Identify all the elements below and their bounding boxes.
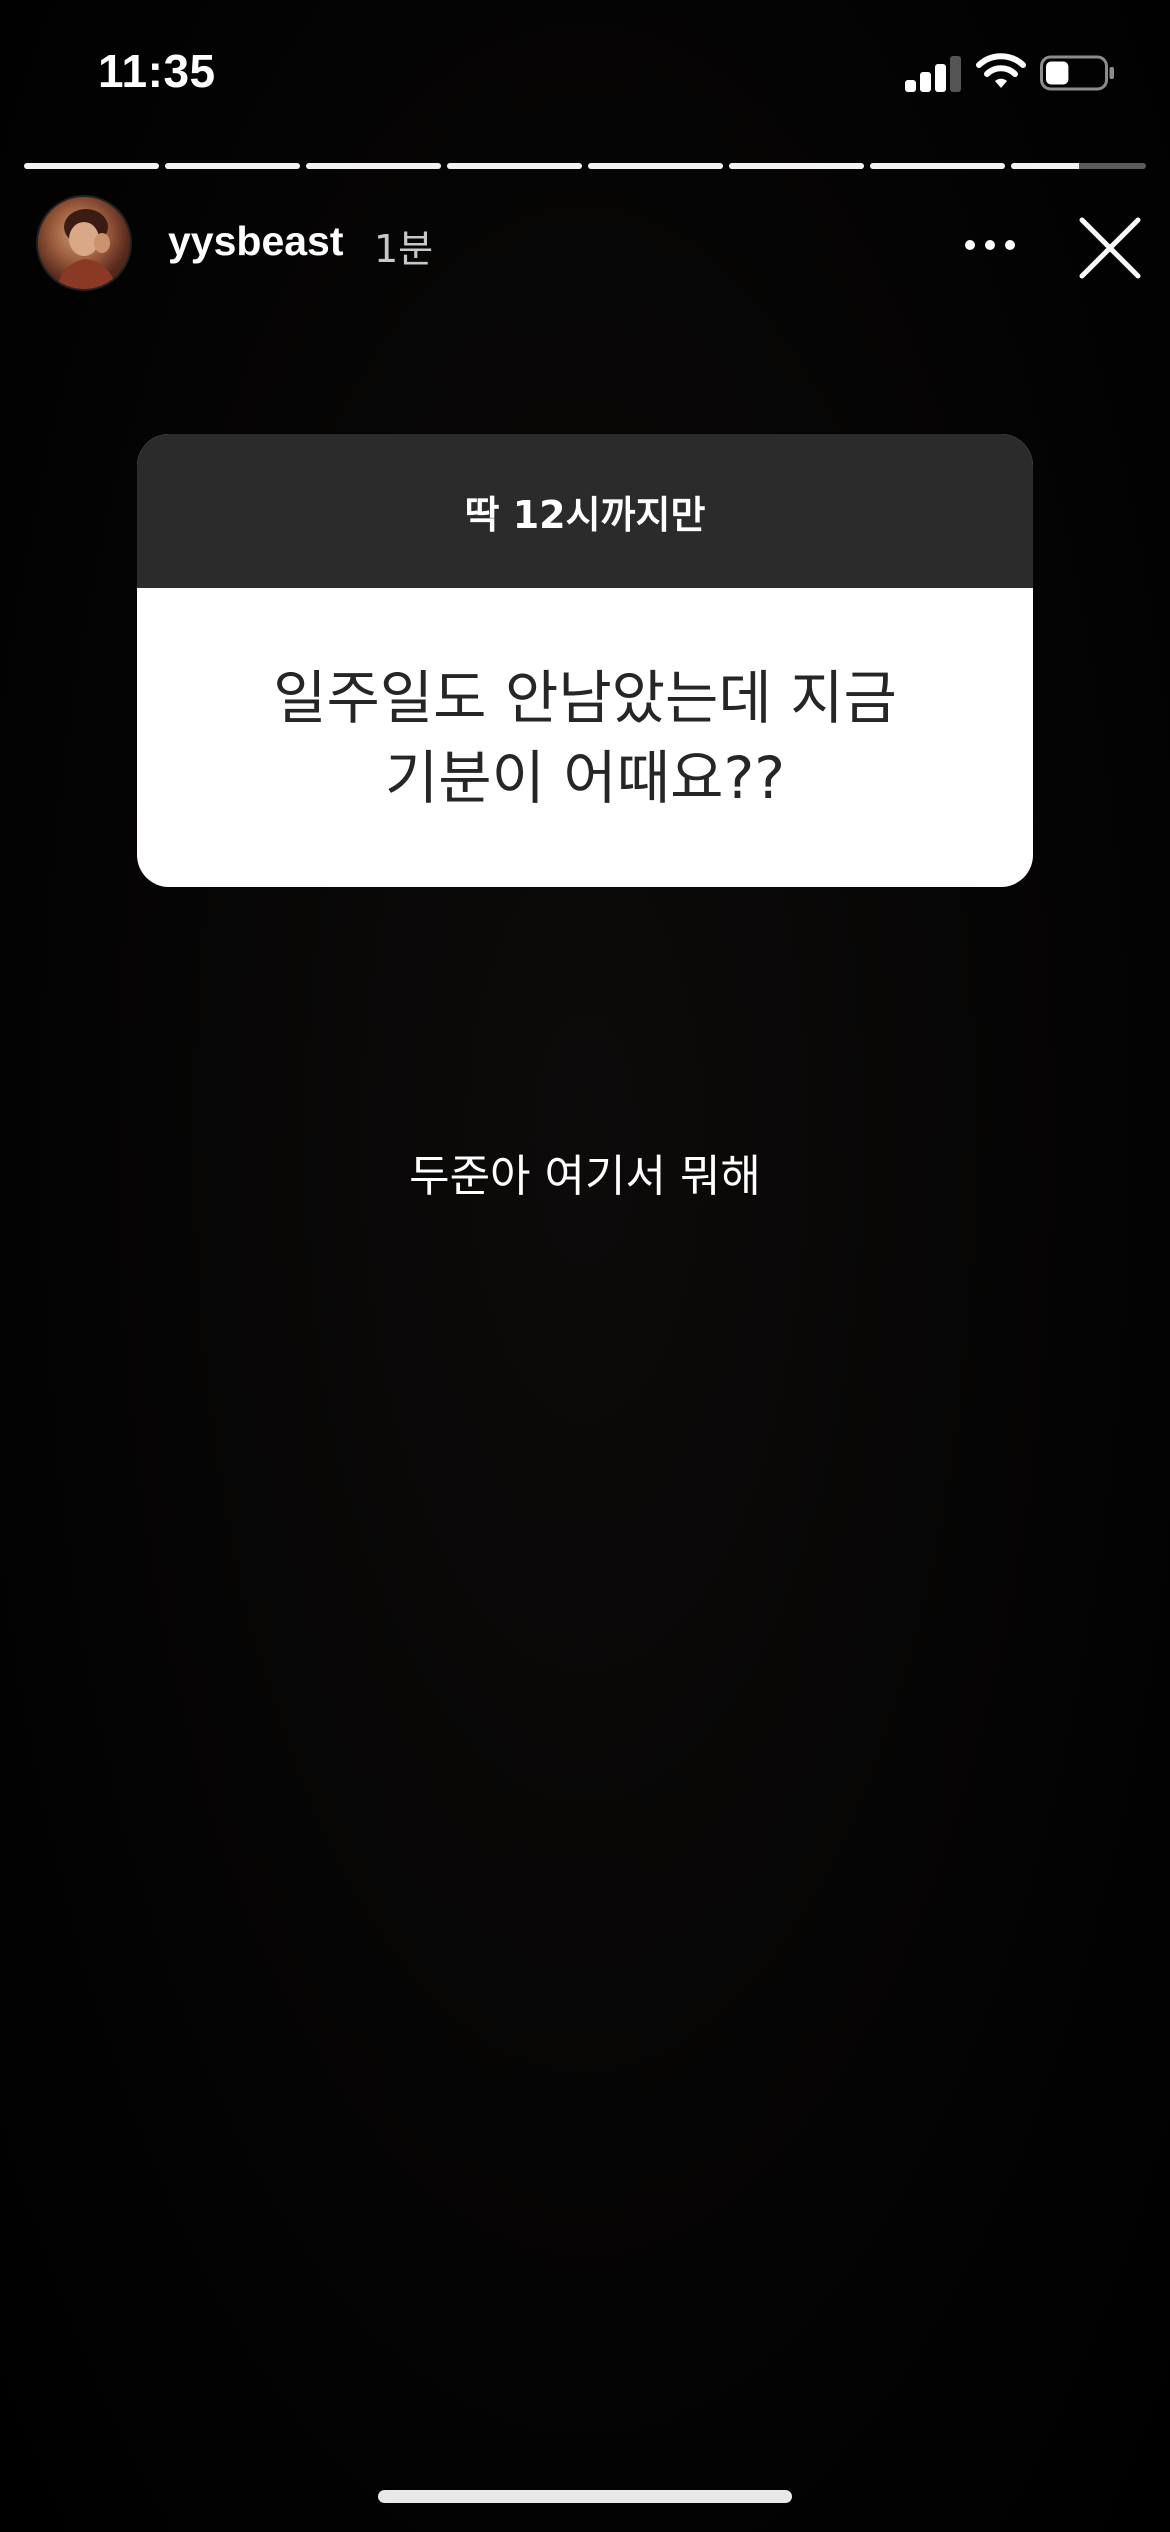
progress-segment bbox=[24, 163, 159, 169]
avatar-image bbox=[56, 209, 117, 289]
question-sticker-body: 일주일도 안남았는데 지금 기분이 어때요?? bbox=[137, 588, 1033, 887]
status-bar: 11:35 bbox=[0, 0, 1170, 150]
more-options-button[interactable] bbox=[955, 220, 1025, 270]
signal-bar bbox=[935, 64, 946, 92]
progress-segment bbox=[306, 163, 441, 169]
progress-segment-fill bbox=[729, 163, 864, 169]
progress-segment-fill bbox=[1011, 163, 1079, 169]
story-screen[interactable]: 11:35 yysbeast 1분 딱 12시까지만 일주일도 안남았는데 지금… bbox=[0, 0, 1170, 2532]
progress-segment-fill bbox=[165, 163, 300, 169]
story-progress-bar bbox=[24, 163, 1146, 169]
progress-segment-fill bbox=[588, 163, 723, 169]
more-horizontal-icon bbox=[965, 240, 1015, 250]
progress-segment bbox=[447, 163, 582, 169]
progress-segment bbox=[729, 163, 864, 169]
progress-segment-fill bbox=[306, 163, 441, 169]
cellular-signal-icon bbox=[905, 54, 961, 92]
battery-icon bbox=[1040, 55, 1114, 91]
wifi-icon bbox=[976, 53, 1026, 88]
status-time: 11:35 bbox=[98, 45, 216, 97]
question-sticker-title: 딱 12시까지만 bbox=[464, 492, 706, 537]
progress-segment bbox=[588, 163, 723, 169]
signal-bar bbox=[950, 56, 961, 92]
close-button[interactable] bbox=[1072, 210, 1148, 286]
question-text-line: 일주일도 안남았는데 지금 bbox=[273, 663, 897, 732]
close-icon bbox=[1079, 217, 1141, 279]
avatar[interactable] bbox=[36, 195, 132, 291]
post-time: 1분 bbox=[374, 227, 434, 271]
home-indicator[interactable] bbox=[378, 2490, 792, 2503]
progress-segment bbox=[165, 163, 300, 169]
question-sticker[interactable]: 딱 12시까지만 일주일도 안남았는데 지금 기분이 어때요?? bbox=[137, 434, 1033, 887]
question-sticker-header: 딱 12시까지만 bbox=[137, 434, 1033, 588]
progress-segment-fill bbox=[447, 163, 582, 169]
story-header: yysbeast 1분 bbox=[0, 190, 1170, 300]
signal-bar bbox=[905, 80, 916, 92]
username[interactable]: yysbeast bbox=[168, 218, 344, 265]
question-text-line: 기분이 어때요?? bbox=[384, 743, 786, 812]
answer-text: 두준아 여기서 뭐해 bbox=[409, 1151, 761, 1202]
progress-segment-fill bbox=[24, 163, 159, 169]
progress-segment bbox=[1011, 163, 1146, 169]
signal-bar bbox=[920, 72, 931, 92]
progress-segment bbox=[870, 163, 1005, 169]
progress-segment-fill bbox=[870, 163, 1005, 169]
